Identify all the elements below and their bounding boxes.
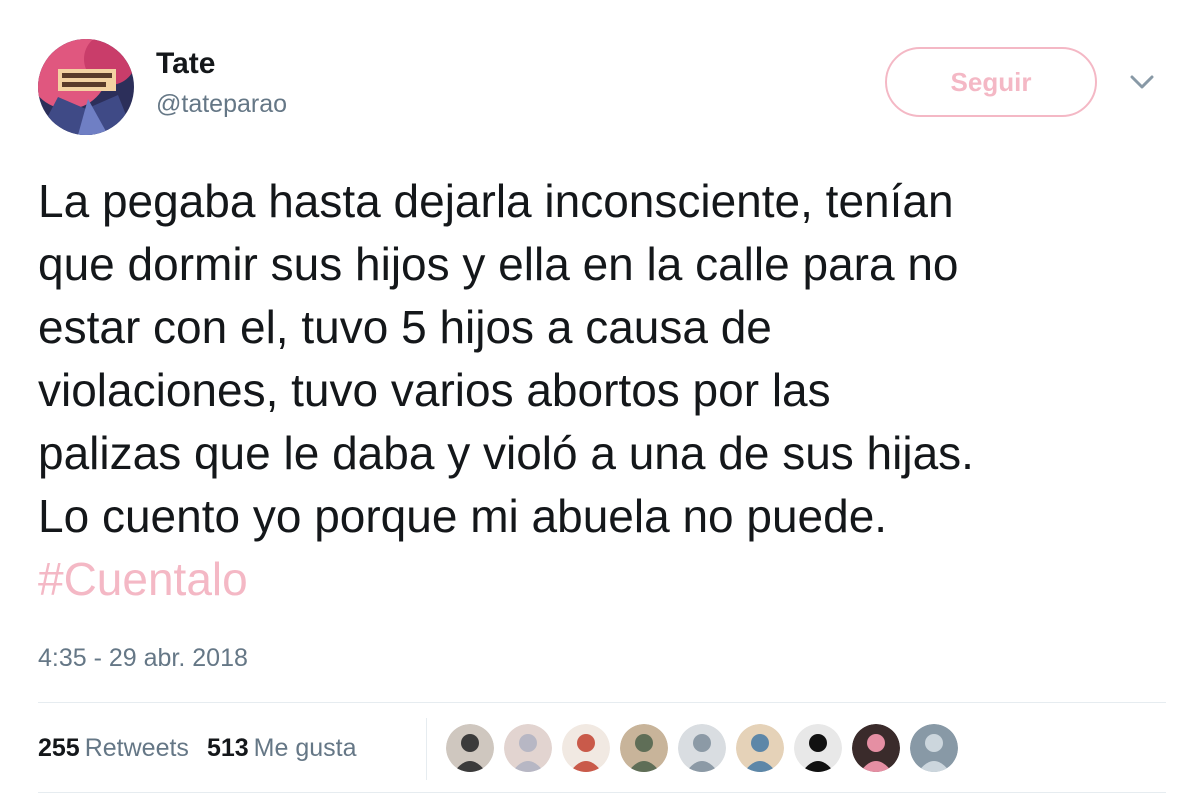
liker-avatar-8[interactable] xyxy=(852,724,900,772)
user-avatar[interactable] xyxy=(38,39,134,135)
divider xyxy=(38,792,1166,793)
user-handle[interactable]: @tateparao xyxy=(156,86,287,122)
likes-stat[interactable]: 513 Me gusta xyxy=(207,728,357,768)
tweet-text: La pegaba hasta dejarla inconsciente, te… xyxy=(38,170,1168,611)
liker-avatar-2[interactable] xyxy=(504,724,552,772)
likes-label: Me gusta xyxy=(253,734,357,762)
user-names: Tate @tateparao xyxy=(156,42,287,122)
tweet-text-line: palizas que le daba y violó a una de sus… xyxy=(38,427,974,479)
follow-button[interactable]: Seguir xyxy=(885,47,1097,117)
retweets-count: 255 xyxy=(38,734,80,762)
tweet-stats: 255 Retweets 513 Me gusta xyxy=(38,728,375,768)
liker-avatar-3[interactable] xyxy=(562,724,610,772)
tweet-text-line: estar con el, tuvo 5 hijos a causa de xyxy=(38,301,772,353)
tweet-text-line: que dormir sus hijos y ella en la calle … xyxy=(38,238,959,290)
chevron-down-icon[interactable] xyxy=(1128,72,1156,92)
tweet-timestamp[interactable]: 4:35 - 29 abr. 2018 xyxy=(38,640,248,676)
liker-avatar-4[interactable] xyxy=(620,724,668,772)
tweet-card: Tate @tateparao Seguir La pegaba hasta d… xyxy=(0,0,1200,800)
tweet-text-line: La pegaba hasta dejarla inconsciente, te… xyxy=(38,175,954,227)
profile-photo-icon xyxy=(38,39,134,135)
likes-count: 513 xyxy=(206,734,249,762)
tweet-header: Tate @tateparao Seguir xyxy=(38,36,1168,136)
liker-avatar-6[interactable] xyxy=(736,724,784,772)
display-name[interactable]: Tate xyxy=(156,42,287,86)
retweets-label: Retweets xyxy=(84,734,189,762)
tweet-text-line: Lo cuento yo porque mi abuela no puede. xyxy=(38,490,888,542)
liker-avatar-9[interactable] xyxy=(910,724,958,772)
liker-avatar-1[interactable] xyxy=(446,724,494,772)
stats-separator xyxy=(426,718,427,780)
hashtag-link[interactable]: #Cuentalo xyxy=(38,548,1168,611)
tweet-text-line: violaciones, tuvo varios abortos por las xyxy=(38,364,831,416)
divider xyxy=(38,702,1166,703)
liker-avatar-5[interactable] xyxy=(678,724,726,772)
liker-avatar-7[interactable] xyxy=(794,724,842,772)
retweets-stat[interactable]: 255 Retweets xyxy=(38,728,189,768)
